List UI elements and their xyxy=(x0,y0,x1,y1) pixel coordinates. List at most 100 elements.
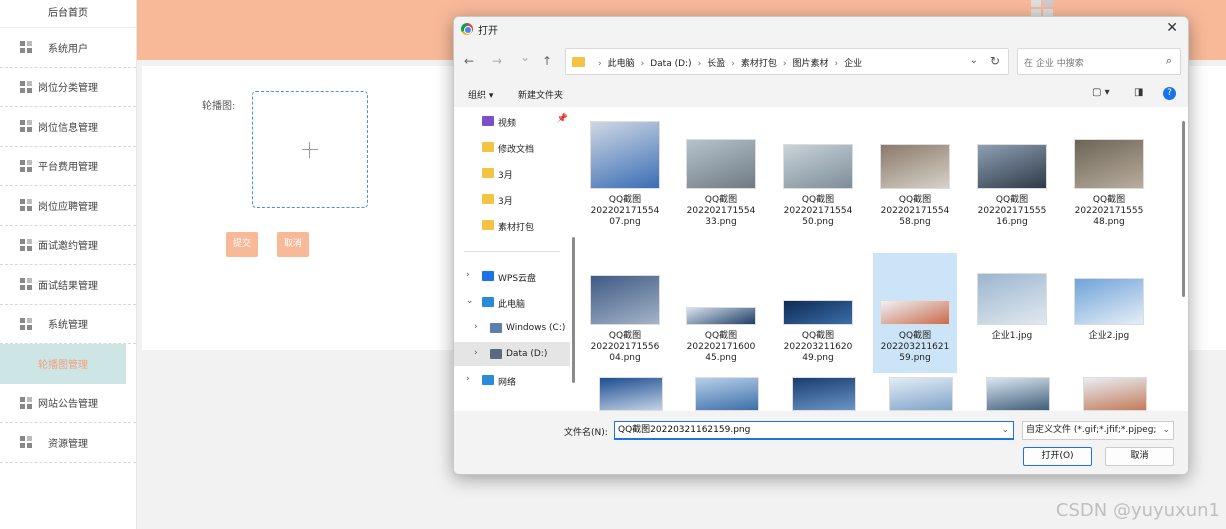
chevron-down-icon[interactable]: ⌄ xyxy=(1001,422,1009,439)
file-tile[interactable]: QQ截图 202202171555 48.png xyxy=(1067,117,1151,237)
recent-dropdown-icon[interactable]: ⌄ xyxy=(520,50,530,64)
file-name-line: 202202171554 xyxy=(783,206,853,216)
sidebar-item[interactable]: 轮播图管理 xyxy=(0,344,126,384)
sidebar-item[interactable]: 系统用户 xyxy=(0,28,136,68)
menu-grid-icon xyxy=(20,317,32,330)
nav-scrollbar[interactable] xyxy=(572,237,575,383)
file-list-scrollbar[interactable] xyxy=(1182,121,1185,297)
search-input[interactable]: 在 企业 中搜索 ⌕ xyxy=(1017,48,1181,75)
expand-chevron-icon[interactable]: › xyxy=(466,374,470,384)
breadcrumb-item[interactable]: Data (D:) xyxy=(650,59,691,69)
image-thumbnail[interactable] xyxy=(792,377,856,411)
nav-item[interactable]: › 网络 xyxy=(454,368,570,392)
submit-button[interactable]: 提交 xyxy=(226,232,258,257)
help-icon[interactable]: ? xyxy=(1163,87,1176,100)
menu-grid-icon xyxy=(20,120,32,133)
cancel-button[interactable]: 取消 xyxy=(1105,447,1174,466)
expand-chevron-icon[interactable]: › xyxy=(474,322,478,332)
breadcrumb-item[interactable]: 此电脑 xyxy=(608,59,635,69)
dialog-title: 打开 xyxy=(478,26,498,37)
nav-item[interactable]: › Data (D:) xyxy=(454,342,570,366)
sidebar-item[interactable]: 网站公告管理 xyxy=(0,384,136,423)
file-tile[interactable]: QQ截图 202202171554 33.png xyxy=(679,117,763,237)
expand-chevron-icon[interactable]: › xyxy=(474,348,478,358)
file-tile[interactable]: 企业2.jpg xyxy=(1067,253,1151,373)
sidebar-home-link[interactable]: 后台首页 xyxy=(0,0,136,28)
file-tile[interactable]: 企业1.jpg xyxy=(970,253,1054,373)
dialog-titlebar[interactable]: 打开 ✕ xyxy=(454,17,1188,41)
back-arrow-icon[interactable]: ← xyxy=(464,54,474,68)
file-tile[interactable]: QQ截图 202202171554 50.png xyxy=(776,117,860,237)
filename-input[interactable]: QQ截图20220321162159.png ⌄ xyxy=(614,421,1014,440)
expand-chevron-icon[interactable]: ⌄ xyxy=(466,296,474,306)
breadcrumb-item[interactable]: 企业 xyxy=(844,59,862,69)
chevron-down-icon[interactable]: ⌄ xyxy=(970,55,978,66)
image-thumbnail xyxy=(590,121,660,189)
address-bar[interactable]: › 此电脑 › Data (D:) › 长盈 › 素材打包 › 图片素材 › 企业 ⌄ ↻ xyxy=(565,48,1009,75)
file-tile[interactable]: QQ截图 202202171555 16.png xyxy=(970,117,1054,237)
sidebar-item[interactable]: 平台费用管理 xyxy=(0,147,136,186)
file-tile[interactable]: QQ截图 202202171600 45.png xyxy=(679,253,763,373)
image-thumbnail[interactable] xyxy=(599,377,663,411)
organize-menu[interactable]: 组织 ▾ xyxy=(468,88,493,101)
close-icon[interactable]: ✕ xyxy=(1166,20,1178,36)
sidebar-item[interactable]: 岗位应聘管理 xyxy=(0,186,136,226)
file-name-line: QQ截图 xyxy=(898,195,932,205)
file-tile[interactable]: QQ截图 202202171556 04.png xyxy=(583,253,667,373)
sidebar-item[interactable]: 面试结果管理 xyxy=(0,265,136,305)
nav-item[interactable]: 修改文档 xyxy=(454,135,570,159)
image-thumbnail[interactable] xyxy=(889,377,953,411)
filename-value: QQ截图20220321162159.png xyxy=(618,425,751,435)
sidebar-item[interactable]: 面试邀约管理 xyxy=(0,226,136,265)
image-upload-box[interactable] xyxy=(252,91,368,208)
file-name-line: QQ截图 xyxy=(704,331,738,341)
file-name-line: 16.png xyxy=(996,217,1028,227)
nav-item[interactable]: 3月 xyxy=(454,161,570,185)
file-name-line: 202203211620 xyxy=(783,342,853,352)
preview-pane-icon[interactable]: ◨ xyxy=(1134,87,1143,98)
breadcrumb-item[interactable]: 长盈 xyxy=(707,59,725,69)
file-tile[interactable]: QQ截图 202202171554 07.png xyxy=(583,117,667,237)
forward-arrow-icon[interactable]: → xyxy=(492,54,502,68)
nav-item[interactable]: › Windows (C:) xyxy=(454,316,570,340)
open-button[interactable]: 打开(O) xyxy=(1023,447,1092,466)
refresh-icon[interactable]: ↻ xyxy=(990,54,1000,68)
image-thumbnail[interactable] xyxy=(1083,377,1147,411)
sidebar-item[interactable]: 岗位分类管理 xyxy=(0,68,136,107)
file-name-line: 07.png xyxy=(609,217,641,227)
file-name-line: 202202171554 xyxy=(590,206,660,216)
nav-item[interactable]: 素材打包 xyxy=(454,213,570,237)
file-name-line: 企业1.jpg xyxy=(991,331,1033,341)
sidebar-item[interactable]: 系统管理 xyxy=(0,305,136,344)
up-arrow-icon[interactable]: ↑ xyxy=(542,54,552,68)
cancel-form-button[interactable]: 取消 xyxy=(277,232,309,257)
sidebar-item[interactable]: 岗位信息管理 xyxy=(0,107,136,147)
expand-chevron-icon[interactable]: › xyxy=(466,270,470,280)
image-thumbnail[interactable] xyxy=(986,377,1050,411)
nav-item[interactable]: 视频 📌 xyxy=(454,109,570,133)
folder-icon xyxy=(572,57,585,67)
nav-item[interactable]: ⌄ 此电脑 xyxy=(454,290,570,314)
sidebar-item[interactable]: 资源管理 xyxy=(0,423,136,463)
file-tile[interactable]: QQ截图 202203211620 49.png xyxy=(776,253,860,373)
breadcrumb-item[interactable]: 图片素材 xyxy=(792,59,828,69)
file-tile[interactable]: QQ截图 202203211621 59.png xyxy=(873,253,957,373)
nav-item[interactable]: 3月 xyxy=(454,187,570,211)
sidebar-menu: 系统用户岗位分类管理 岗位信息管理 平台费用管理 岗位应聘管理 面试邀约管理 面试结果管理… xyxy=(0,28,136,463)
file-tile[interactable]: QQ截图 202202171554 58.png xyxy=(873,117,957,237)
nav-item-label: 网络 xyxy=(498,378,517,388)
breadcrumb-item[interactable]: 素材打包 xyxy=(741,59,777,69)
image-thumbnail[interactable] xyxy=(695,377,759,411)
nav-item[interactable]: › WPS云盘 xyxy=(454,264,570,288)
file-name-line: 202203211621 xyxy=(880,342,950,352)
file-type-select[interactable]: 自定义文件 (*.gif;*.jfif;*.pjpeg; ⌄ xyxy=(1022,421,1174,440)
navigation-bar: ← → ⌄ ↑ › 此电脑 › Data (D:) › 长盈 › 素材打包 › 图片素材 › 企业 ⌄… xyxy=(454,41,1188,81)
nav-item-label: 素材打包 xyxy=(498,223,535,233)
user-avatar-icon[interactable] xyxy=(1031,0,1055,16)
view-options-icon[interactable]: ▢ ▾ xyxy=(1092,87,1110,98)
new-folder-button[interactable]: 新建文件夹 xyxy=(518,88,563,101)
sidebar-item-label: 系统用户 xyxy=(48,43,88,55)
filename-label: 文件名(N): xyxy=(564,428,608,438)
file-name-line: QQ截图 xyxy=(704,195,738,205)
breadcrumb-separator-icon: › xyxy=(731,59,735,69)
